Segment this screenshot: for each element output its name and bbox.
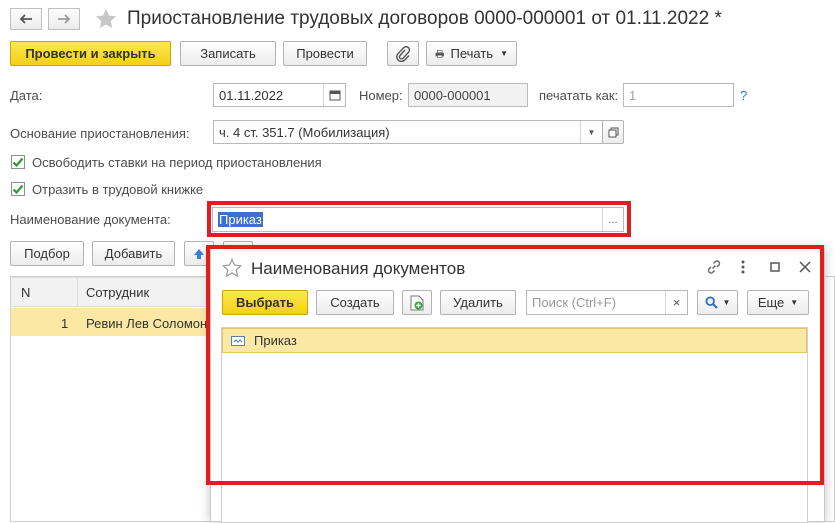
catalog-item-icon [231,336,245,346]
post-button[interactable]: Провести [283,41,367,66]
arrow-right-icon [58,14,71,24]
release-rates-label[interactable]: Освободить ставки на период приостановле… [32,155,322,170]
date-value: 01.11.2022 [219,87,284,103]
print-button[interactable]: Печать ▼ [426,41,517,66]
favorite-star-icon[interactable] [95,8,117,32]
table-row[interactable]: 1 Ревин Лев Соломон [11,308,211,336]
dialog-title: Наименования документов [251,259,466,278]
column-header-employee[interactable]: Сотрудник [86,285,149,300]
release-rates-checkbox[interactable] [11,155,25,169]
date-field[interactable]: 01.11.2022 [213,83,346,107]
open-window-icon [608,127,618,137]
row-employee: Ревин Лев Соломон [86,316,208,331]
document-names-dialog: Наименования документов Выбрать Создать … [210,248,825,523]
dropdown-arrow-icon: ▼ [790,298,799,307]
save-button[interactable]: Записать [180,41,276,66]
printer-icon [435,49,444,58]
more-button-label: Еще [757,295,785,310]
print-as-field[interactable]: 1 [623,83,734,107]
docname-choose-button[interactable]: ... [602,208,623,231]
table-header: N Сотрудник [11,277,211,307]
workbook-label[interactable]: Отразить в трудовой книжке [32,182,203,197]
dropdown-arrow-icon: ▼ [722,298,731,307]
more-vertical-icon[interactable] [736,258,750,276]
create-button[interactable]: Создать [316,290,394,315]
checkmark-icon [12,157,24,168]
dropdown-arrow-icon: ▼ [587,127,596,137]
form-title: Приостановление трудовых договоров 0000-… [127,8,722,29]
workbook-checkbox[interactable] [11,182,25,196]
column-divider [77,278,78,306]
document-names-list: Приказ [221,327,808,523]
search-placeholder: Поиск (Ctrl+F) [532,295,617,310]
docname-value: Приказ [218,212,263,227]
calendar-icon [329,90,340,101]
add-document-icon [410,295,424,310]
clear-icon: × [672,295,681,310]
list-item-label: Приказ [254,333,297,348]
add-button[interactable]: Добавить [92,241,175,266]
link-icon[interactable] [705,258,723,276]
attach-button[interactable] [387,41,419,66]
calendar-button[interactable] [323,84,345,106]
basis-dropdown-button[interactable]: ▼ [580,121,602,143]
docname-field[interactable]: Приказ ... [212,207,624,232]
row-number: 1 [61,316,69,331]
docname-label: Наименование документа: [10,212,171,227]
dropdown-arrow-icon: ▼ [500,49,508,58]
basis-field[interactable]: ч. 4 ст. 351.7 (Мобилизация) ▼ [213,120,603,144]
paperclip-icon [396,45,410,62]
print-as-label: печатать как: [539,88,619,103]
number-label: Номер: [359,88,403,103]
column-header-n[interactable]: N [21,285,30,300]
more-button[interactable]: Еще ▼ [747,290,809,315]
basis-value: ч. 4 ст. 351.7 (Мобилизация) [219,124,390,140]
search-clear-button[interactable]: × [665,291,687,314]
arrow-up-icon [194,248,204,259]
delete-button[interactable]: Удалить [440,290,516,315]
print-button-label: Печать [450,46,494,61]
maximize-icon[interactable] [767,258,783,276]
search-icon [705,296,718,309]
basis-open-button[interactable] [602,120,624,144]
select-button[interactable]: Подбор [10,241,84,266]
number-field: 0000-000001 [408,83,528,107]
create-copy-button[interactable] [402,290,432,315]
basis-label: Основание приостановления: [10,126,190,141]
list-item[interactable]: Приказ [222,328,807,353]
checkmark-icon [12,184,24,195]
favorite-star-icon[interactable] [221,257,243,280]
close-icon[interactable] [797,258,813,276]
post-and-close-button[interactable]: Провести и закрыть [10,41,171,66]
back-button[interactable] [10,8,42,30]
ellipsis-icon: ... [608,213,618,226]
choose-button[interactable]: Выбрать [222,290,308,315]
date-label: Дата: [10,88,43,103]
search-options-button[interactable]: ▼ [697,290,738,315]
search-input[interactable]: Поиск (Ctrl+F) × [526,290,688,315]
forward-button[interactable] [48,8,80,30]
help-link[interactable]: ? [740,88,747,103]
arrow-left-icon [19,14,32,24]
